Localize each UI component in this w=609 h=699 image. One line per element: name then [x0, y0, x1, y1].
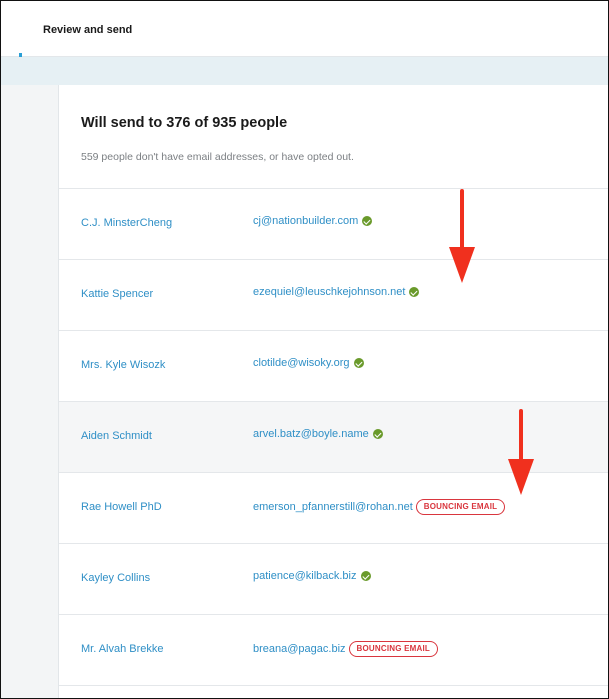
recipient-name-link[interactable]: Kayley Collins: [81, 572, 150, 584]
recipient-email-link[interactable]: breana@pagac.biz: [253, 643, 346, 655]
recipient-name-link[interactable]: Aiden Schmidt: [81, 430, 152, 442]
recipient-name-link[interactable]: Mr. Alvah Brekke: [81, 643, 164, 655]
recipient-name-link[interactable]: Rae Howell PhD: [81, 501, 162, 513]
header-band: [1, 57, 608, 85]
recipient-email-link[interactable]: emerson_pfannerstill@rohan.net: [253, 501, 413, 513]
check-circle-icon: [409, 287, 420, 297]
recipient-email-cell: emerson_pfannerstill@rohan.net BOUNCING …: [253, 499, 506, 515]
recipient-name-link[interactable]: Kattie Spencer: [81, 288, 153, 300]
summary-title: Will send to 376 of 935 people: [81, 115, 288, 131]
recipient-email-cell: arvel.batz@boyle.name: [253, 428, 383, 440]
recipient-row: C.J. MinsterCheng cj@nationbuilder.com: [59, 189, 608, 260]
red-arrow-icon: [449, 189, 475, 283]
check-circle-icon: [372, 429, 383, 439]
recipient-email-cell: ezequiel@leuschkejohnson.net: [253, 286, 420, 298]
recipient-row: Mrs. Kyle Wisozk clotilde@wisoky.org: [59, 331, 608, 402]
recipient-email-link[interactable]: patience@kilback.biz: [253, 570, 357, 582]
recipient-email-cell: cj@nationbuilder.com: [253, 215, 373, 227]
recipient-email-link[interactable]: arvel.batz@boyle.name: [253, 428, 369, 440]
recipient-email-link[interactable]: ezequiel@leuschkejohnson.net: [253, 286, 405, 298]
bouncing-email-badge: BOUNCING EMAIL: [348, 641, 438, 657]
recipient-row: Kayley Collins patience@kilback.biz: [59, 544, 608, 615]
summary-header: Will send to 376 of 935 people 559 peopl…: [59, 85, 608, 189]
bouncing-email-badge: BOUNCING EMAIL: [415, 499, 506, 515]
red-arrow-icon: [508, 409, 534, 495]
recipient-email-link[interactable]: cj@nationbuilder.com: [253, 215, 358, 227]
check-circle-icon: [353, 358, 364, 368]
summary-subtitle: 559 people don't have email addresses, o…: [81, 151, 354, 163]
page-title: Review and send: [43, 24, 133, 36]
recipient-email-cell: patience@kilback.biz: [253, 570, 371, 582]
recipient-name-link[interactable]: C.J. MinsterCheng: [81, 217, 172, 229]
recipient-email-cell: clotilde@wisoky.org: [253, 357, 364, 369]
recipient-email-cell: breana@pagac.biz BOUNCING EMAIL: [253, 641, 438, 657]
header-bar: Review and send: [1, 1, 608, 57]
recipient-row: Mr. Alvah Brekke breana@pagac.biz BOUNCI…: [59, 615, 608, 686]
recipient-row: Kattie Spencer ezequiel@leuschkejohnson.…: [59, 260, 608, 331]
check-circle-icon: [360, 571, 371, 581]
recipient-email-link[interactable]: clotilde@wisoky.org: [253, 357, 350, 369]
recipient-name-link[interactable]: Mrs. Kyle Wisozk: [81, 359, 165, 371]
app-window: Review and send Will send to 376 of 935 …: [0, 0, 609, 699]
check-circle-icon: [362, 216, 373, 226]
recipients-card: Will send to 376 of 935 people 559 peopl…: [58, 85, 608, 698]
